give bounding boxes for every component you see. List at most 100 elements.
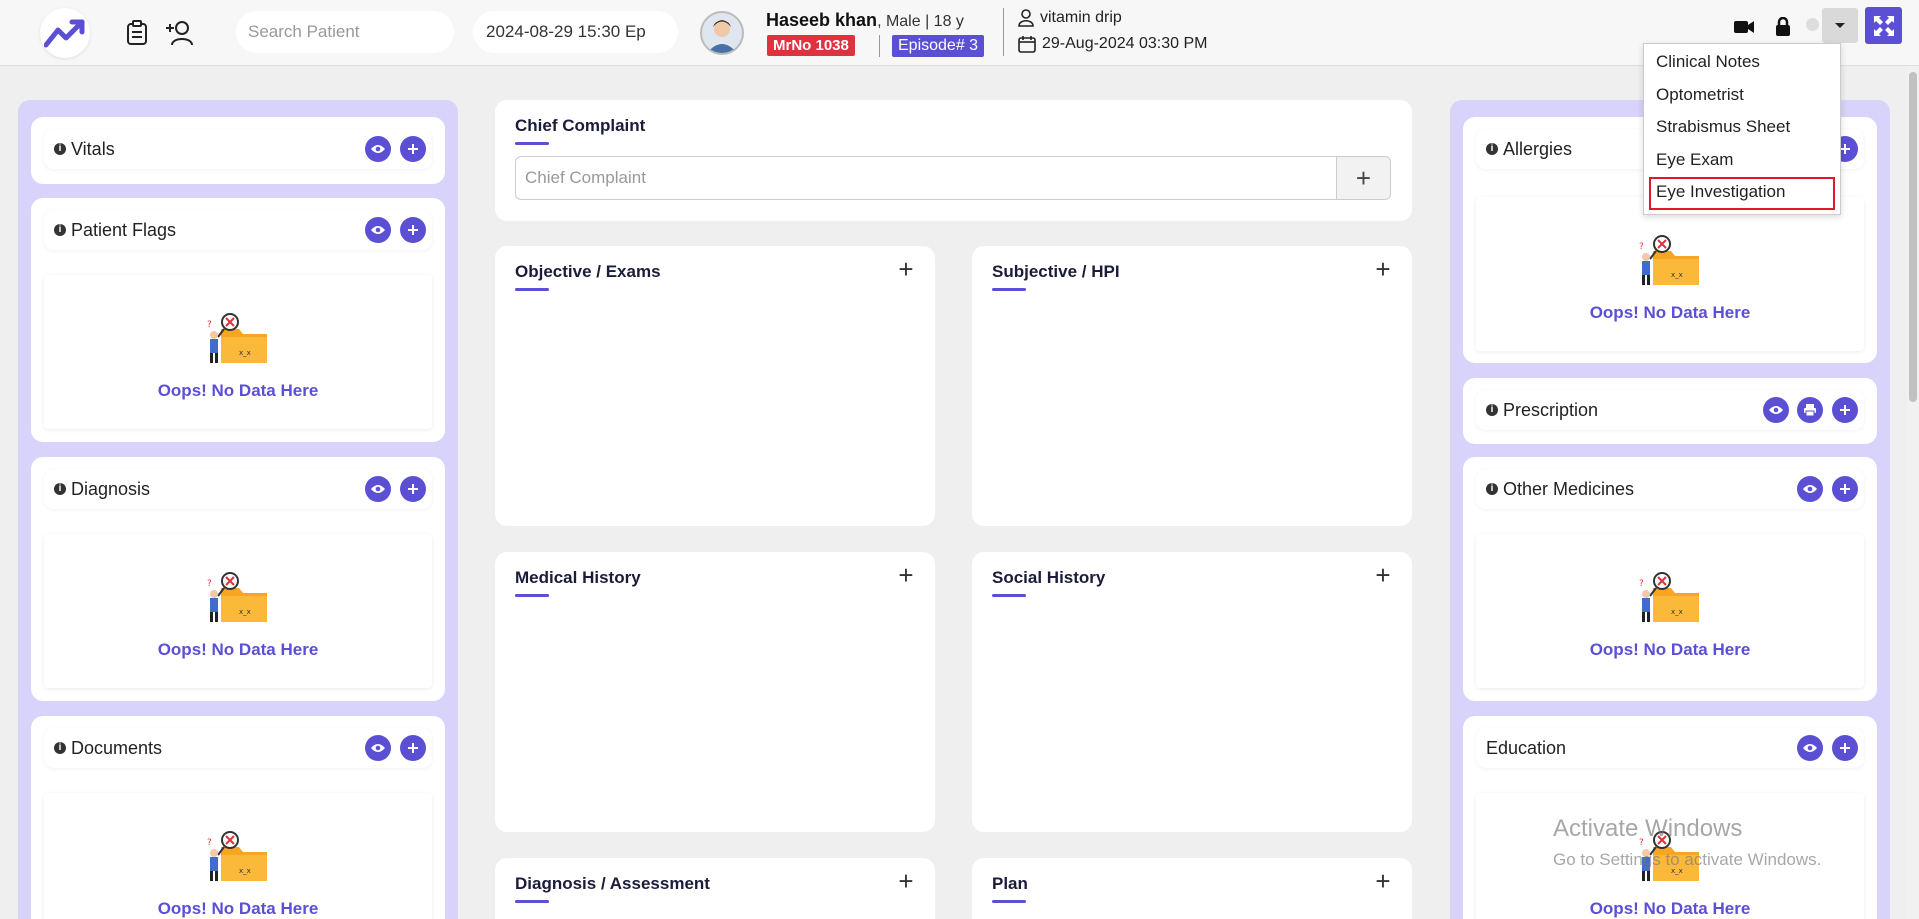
empty-text: Oops! No Data Here — [1589, 640, 1751, 659]
plus-icon: + — [1355, 162, 1372, 193]
no-data-illustration-icon: ? x_x — [207, 313, 267, 363]
menu-item-eye-investigation[interactable]: Eye Investigation — [1649, 177, 1835, 210]
search-patient-input[interactable] — [236, 11, 454, 53]
add-button[interactable] — [1832, 476, 1858, 502]
add-button[interactable] — [400, 217, 426, 243]
top-bar: 2024-08-29 15:30 Ep Haseeb khan, Male | … — [0, 0, 1919, 66]
menu-item-eye-exam[interactable]: Eye Exam — [1644, 145, 1840, 178]
subjective-add-button[interactable]: + — [1370, 256, 1396, 282]
plan-add-button[interactable]: + — [1370, 868, 1396, 894]
episode-datetime[interactable]: 2024-08-29 15:30 Ep — [473, 11, 678, 53]
menu-item-optometrist[interactable]: Optometrist — [1644, 80, 1840, 113]
documents-header: i Documents — [44, 728, 432, 768]
view-button[interactable] — [365, 735, 391, 761]
medical-history-card: Medical History + — [495, 552, 935, 832]
svg-text:?: ? — [1639, 242, 1644, 252]
app-logo[interactable] — [40, 8, 90, 58]
view-button[interactable] — [365, 217, 391, 243]
right-panel: i Allergies ? x_x Oops! No Data Here i Pres… — [1450, 100, 1890, 919]
svg-text:x_x: x_x — [1671, 271, 1683, 279]
other-medicines-header: i Other Medicines — [1476, 469, 1864, 509]
empty-text: Oops! No Data Here — [1589, 303, 1751, 322]
plus-icon: + — [1375, 560, 1391, 590]
documents-title: Documents — [71, 737, 163, 758]
empty-text: Oops! No Data Here — [157, 381, 319, 400]
prescription-card: i Prescription — [1463, 378, 1877, 444]
chief-complaint-card: Chief Complaint + — [495, 100, 1412, 221]
eye-icon — [371, 485, 385, 493]
chief-complaint-title: Chief Complaint — [515, 116, 646, 145]
diagnosis-title: Diagnosis — [71, 478, 151, 499]
education-header: Education — [1476, 728, 1864, 768]
chief-complaint-input[interactable] — [515, 156, 1337, 200]
lock-icon[interactable] — [1771, 15, 1795, 39]
plus-icon — [408, 743, 418, 753]
add-button[interactable] — [1832, 397, 1858, 423]
patient-name-line: Haseeb khan, Male | 18 y — [766, 10, 964, 31]
plan-title: Plan — [992, 874, 1028, 903]
empty-state: ? x_x Oops! No Data Here — [44, 793, 432, 919]
chief-complaint-add-button[interactable]: + — [1337, 156, 1391, 200]
view-button[interactable] — [1763, 397, 1789, 423]
view-button[interactable] — [365, 476, 391, 502]
add-user-icon[interactable] — [164, 18, 194, 48]
add-button[interactable] — [400, 735, 426, 761]
fullscreen-button[interactable] — [1865, 7, 1902, 44]
scrollbar-thumb[interactable] — [1909, 72, 1917, 402]
medical-history-title: Medical History — [515, 568, 641, 597]
patient-meta: , Male | 18 y — [877, 13, 964, 30]
caret-down-icon — [1835, 22, 1845, 28]
add-button[interactable] — [400, 476, 426, 502]
empty-state: ? x_x Oops! No Data Here — [1476, 197, 1864, 351]
plus-icon — [1840, 405, 1850, 415]
menu-item-clinical-notes[interactable]: Clinical Notes — [1644, 47, 1840, 80]
episode-badge: Episode# 3 — [892, 35, 985, 57]
subjective-title: Subjective / HPI — [992, 262, 1120, 291]
social-history-add-button[interactable]: + — [1370, 562, 1396, 588]
print-icon — [1804, 404, 1816, 417]
eye-icon — [371, 145, 385, 153]
view-button[interactable] — [1797, 476, 1823, 502]
education-title: Education — [1486, 737, 1567, 758]
patient-flags-title: Patient Flags — [71, 219, 177, 240]
empty-text: Oops! No Data Here — [1589, 899, 1751, 918]
vitals-header: i Vitals — [44, 129, 432, 169]
other-medicines-card: i Other Medicines ? x_x Oops! No Data Here — [1463, 457, 1877, 701]
patient-flags-header: i Patient Flags — [44, 210, 432, 250]
patient-flags-card: i Patient Flags ? x_x Oops! No Data Here — [31, 198, 445, 442]
expand-icon — [1873, 15, 1894, 36]
video-call-icon[interactable] — [1732, 15, 1756, 39]
calendar-icon — [1018, 36, 1036, 53]
plus-icon: + — [1375, 254, 1391, 284]
plus-icon — [408, 144, 418, 154]
trend-logo-icon — [44, 19, 85, 48]
documents-card: i Documents ? x_x Oops! No Data Here — [31, 716, 445, 919]
view-button[interactable] — [1797, 735, 1823, 761]
medical-history-add-button[interactable]: + — [893, 562, 919, 588]
other-medicines-title: Other Medicines — [1503, 478, 1635, 499]
windows-watermark-subtitle: Go to Settings to activate Windows. — [1553, 850, 1822, 869]
windows-watermark-title: Activate Windows — [1553, 815, 1743, 842]
objective-card: Objective / Exams + — [495, 246, 935, 526]
print-button[interactable] — [1797, 397, 1823, 423]
avatar[interactable] — [700, 11, 744, 55]
status-toggle[interactable] — [1806, 18, 1819, 31]
add-button[interactable] — [400, 136, 426, 162]
plus-icon — [408, 225, 418, 235]
clipboard-icon[interactable] — [122, 18, 152, 48]
diagnosis-assessment-add-button[interactable]: + — [893, 868, 919, 894]
menu-item-strabismus-sheet[interactable]: Strabismus Sheet — [1644, 112, 1840, 145]
vitals-title: Vitals — [71, 138, 115, 159]
view-button[interactable] — [365, 136, 391, 162]
add-button[interactable] — [1832, 735, 1858, 761]
forms-dropdown-toggle[interactable] — [1822, 8, 1858, 43]
prescription-header: i Prescription — [1476, 390, 1864, 430]
svg-text:?: ? — [207, 579, 212, 589]
visit-reason-text: vitamin drip — [1040, 9, 1122, 26]
svg-text:x_x: x_x — [239, 608, 251, 616]
doctor-icon — [1018, 9, 1034, 27]
eye-icon — [371, 744, 385, 752]
info-icon: i — [54, 742, 66, 754]
objective-add-button[interactable]: + — [893, 256, 919, 282]
eye-icon — [1769, 406, 1783, 414]
